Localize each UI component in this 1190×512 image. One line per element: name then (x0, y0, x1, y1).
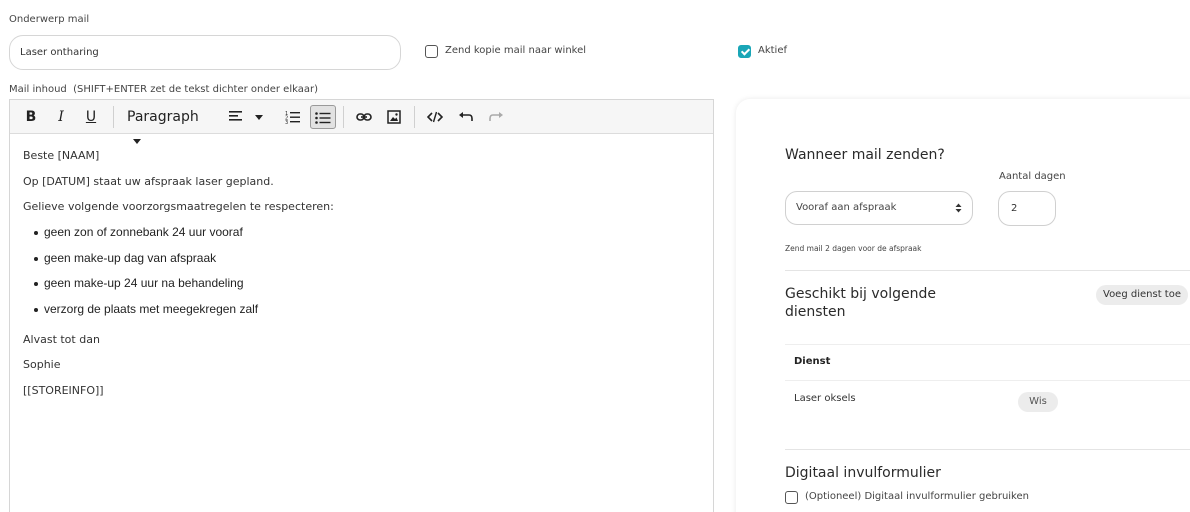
bullet-list-button[interactable] (310, 105, 336, 129)
mail-editor: B I U Paragraph 1 2 3 Beste [NAAM] Op [D… (9, 99, 714, 512)
svg-text:3: 3 (285, 120, 288, 124)
service-column-header: Dienst (794, 356, 831, 367)
select-arrows-icon (955, 203, 962, 213)
divider (785, 270, 1190, 271)
editor-paragraph: Sophie (23, 358, 61, 371)
toolbar-separator (343, 106, 344, 128)
add-service-button[interactable]: Voeg dienst toe (1096, 285, 1188, 305)
copy-to-store-label: Zend kopie mail naar winkel (445, 45, 587, 56)
active-checkbox[interactable] (738, 45, 751, 58)
editor-paragraph: Alvast tot dan (23, 333, 100, 346)
bold-button[interactable]: B (20, 105, 42, 129)
copy-to-store-checkbox[interactable] (425, 45, 438, 58)
link-button[interactable] (353, 105, 375, 129)
table-top-border (785, 344, 1190, 345)
active-label: Aktief (758, 45, 788, 56)
table-header-border (785, 380, 1190, 381)
format-select[interactable]: Paragraph (122, 105, 212, 144)
digital-form-label: (Optioneel) Digitaal invulformulier gebr… (805, 491, 1029, 502)
underline-button[interactable]: U (80, 105, 102, 129)
ordered-list-button[interactable]: 1 2 3 (282, 105, 304, 129)
bullet-list-icon (315, 112, 331, 124)
settings-panel: Wanneer mail zenden? Aantal dagen Vooraf… (736, 99, 1190, 512)
divider (785, 449, 1190, 450)
editor-paragraph: Op [DATUM] staat uw afspraak laser gepla… (23, 175, 274, 188)
services-title-line2: diensten (785, 304, 846, 320)
italic-button[interactable]: I (50, 105, 72, 129)
editor-toolbar: B I U Paragraph 1 2 3 (10, 100, 713, 144)
numbered-list-icon: 1 2 3 (285, 111, 300, 124)
format-select-value: Paragraph (127, 109, 199, 125)
days-input[interactable]: 2 (998, 191, 1056, 226)
send-hint: Zend mail 2 dagen voor de afspraak (785, 244, 922, 253)
form-section-title: Digitaal invulformulier (785, 465, 941, 481)
editor-bullet-item: geen zon of zonnebank 24 uur vooraf (34, 225, 243, 239)
editor-bullet-item: verzorg de plaats met meegekregen zalf (33, 302, 259, 316)
redo-button[interactable] (485, 105, 507, 129)
delete-service-button[interactable]: Wis (1018, 392, 1058, 412)
editor-paragraph: [[STOREINFO]] (23, 384, 104, 397)
undo-icon (459, 112, 473, 121)
send-timing-value: Vooraf aan afspraak (796, 202, 897, 213)
image-button[interactable] (383, 105, 405, 129)
toolbar-separator (414, 106, 415, 128)
mail-content-label: Mail inhoud (SHIFT+ENTER zet de tekst di… (9, 84, 318, 95)
editor-bullet-item: geen make-up 24 uur na behandeling (34, 276, 244, 290)
align-left-icon (229, 111, 263, 121)
editor-bullet-item: geen make-up dag van afspraak (33, 251, 217, 265)
toolbar-separator (113, 106, 114, 128)
source-code-button[interactable] (424, 105, 446, 129)
subject-label: Onderwerp mail (9, 14, 90, 25)
redo-icon (489, 112, 503, 121)
link-icon (356, 113, 372, 121)
code-icon (427, 111, 443, 123)
subject-input[interactable]: Laser ontharing (9, 35, 401, 70)
editor-paragraph: Beste [NAAM] (23, 149, 100, 162)
undo-button[interactable] (455, 105, 477, 129)
editor-paragraph: Gelieve volgende voorzorgsmaatregelen te… (23, 200, 334, 213)
services-title-line1: Geschikt bij volgende (785, 286, 936, 302)
digital-form-checkbox[interactable] (785, 491, 798, 504)
image-icon (387, 110, 401, 124)
days-label: Aantal dagen (999, 171, 1066, 182)
service-name-cell: Laser oksels (794, 393, 856, 404)
align-button[interactable] (224, 105, 268, 129)
send-timing-select[interactable]: Vooraf aan afspraak (785, 191, 973, 225)
send-section-title: Wanneer mail zenden? (785, 147, 945, 163)
chevron-down-icon (133, 138, 141, 144)
